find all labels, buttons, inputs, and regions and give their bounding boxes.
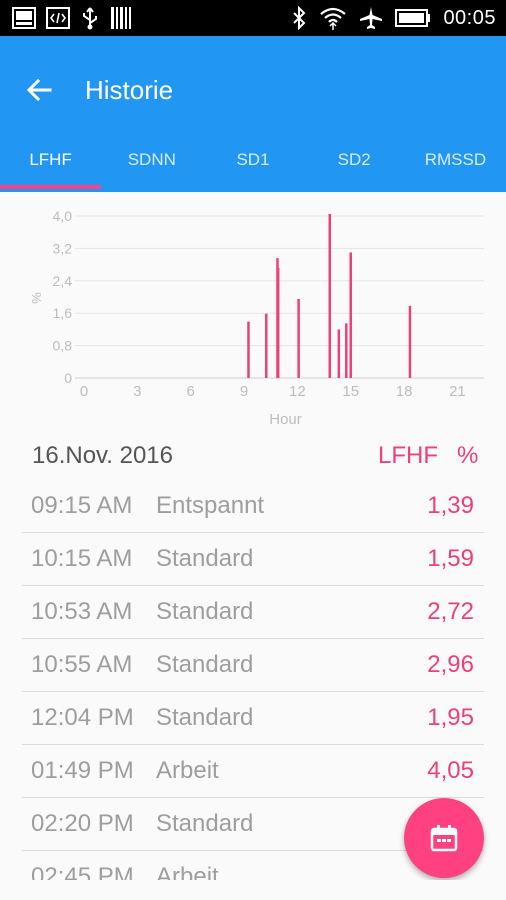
app-bar: Historie LFHF SDNN SD1 SD2 RMSSD [0,36,506,192]
clock: 00:05 [443,6,496,29]
item-label: Standard [156,651,254,678]
wifi-icon [320,7,347,30]
list-item[interactable]: 10:15 AM Standard 1,59 [22,533,484,586]
tab-sd1[interactable]: SD1 [202,140,303,188]
y-tick-label: 2,4 [53,273,73,289]
bottom-strip [0,880,506,900]
code-icon [46,7,70,29]
y-tick-label: 3,2 [53,240,73,256]
x-tick-label: 21 [449,383,466,400]
item-time: 10:55 AM [31,651,133,678]
status-bar: 00:05 [0,0,506,36]
item-time: 12:04 PM [31,704,134,731]
image-icon [12,7,36,29]
x-tick-label: 9 [240,383,248,400]
app-screen: 00:05 Historie LFHF SDNN SD1 SD2 RMSSD 0… [0,0,506,900]
y-tick-label: 1,6 [53,305,73,321]
item-time: 10:15 AM [31,545,133,572]
item-label: Arbeit [156,863,219,880]
list-item[interactable]: 10:53 AM Standard 2,72 [22,586,484,639]
item-time: 02:20 PM [31,810,134,837]
bluetooth-icon [293,6,306,30]
calendar-icon [430,825,458,852]
tab-lfhf[interactable]: LFHF [0,140,101,188]
item-value: 1,59 [427,545,474,572]
item-value: 1,95 [427,704,474,731]
item-time: 02:45 PM [31,863,134,880]
airplane-icon [360,7,383,29]
battery-icon [395,9,431,27]
tab-bar: LFHF SDNN SD1 SD2 RMSSD [0,140,506,188]
item-label: Standard [156,545,254,572]
y-tick-label: 0 [64,370,72,386]
x-tick-label: 15 [342,383,359,400]
item-time: 01:49 PM [31,757,134,784]
y-tick-label: 0,8 [53,338,73,354]
item-value: 2,72 [427,598,474,625]
item-label: Standard [156,598,254,625]
item-time: 10:53 AM [31,598,133,625]
list-item[interactable]: 01:49 PM Arbeit 4,05 [22,745,484,798]
x-tick-label: 18 [396,383,413,400]
date-label: 16.Nov. 2016 [32,442,173,469]
item-label: Standard [156,704,254,731]
calendar-button[interactable] [404,798,484,878]
history-chart: 0 0,8 1,6 2,4 3,2 4,0 0 3 6 9 12 15 18 21 Hour% [0,192,506,432]
y-axis-label: % [29,292,44,304]
tab-sd2[interactable]: SD2 [304,140,405,188]
item-label: Entspannt [156,492,265,519]
tab-indicator [0,185,101,189]
item-value: 1,39 [427,492,474,519]
tab-rmssd[interactable]: RMSSD [405,140,506,188]
list-item[interactable]: 09:15 AM Entspannt 1,39 [22,480,484,533]
item-time: 09:15 AM [31,492,133,519]
page-title: Historie [85,75,174,105]
arrow-back-icon [26,78,52,102]
y-tick-label: 4,0 [53,208,73,224]
date-header: 16.Nov. 2016 LFHF % [0,438,506,478]
list-item[interactable]: 12:04 PM Standard 1,95 [22,692,484,745]
item-label: Arbeit [156,757,219,784]
item-label: Standard [156,810,254,837]
x-tick-label: 12 [289,383,306,400]
barcode-icon [111,7,131,29]
tab-sdnn[interactable]: SDNN [101,140,202,188]
x-tick-label: 0 [80,383,88,400]
usb-icon [83,7,97,30]
item-value: 4,05 [427,757,474,784]
x-tick-label: 6 [187,383,195,400]
unit-header: % [457,442,479,469]
x-axis-label: Hour [269,411,302,428]
back-button[interactable] [22,72,58,108]
metric-header: LFHF [378,442,438,469]
item-value: 2,96 [427,651,474,678]
chart-svg: 0 0,8 1,6 2,4 3,2 4,0 0 3 6 9 12 15 18 21 Hour% [29,208,484,428]
list-item[interactable]: 10:55 AM Standard 2,96 [22,639,484,692]
x-tick-label: 3 [133,383,141,400]
